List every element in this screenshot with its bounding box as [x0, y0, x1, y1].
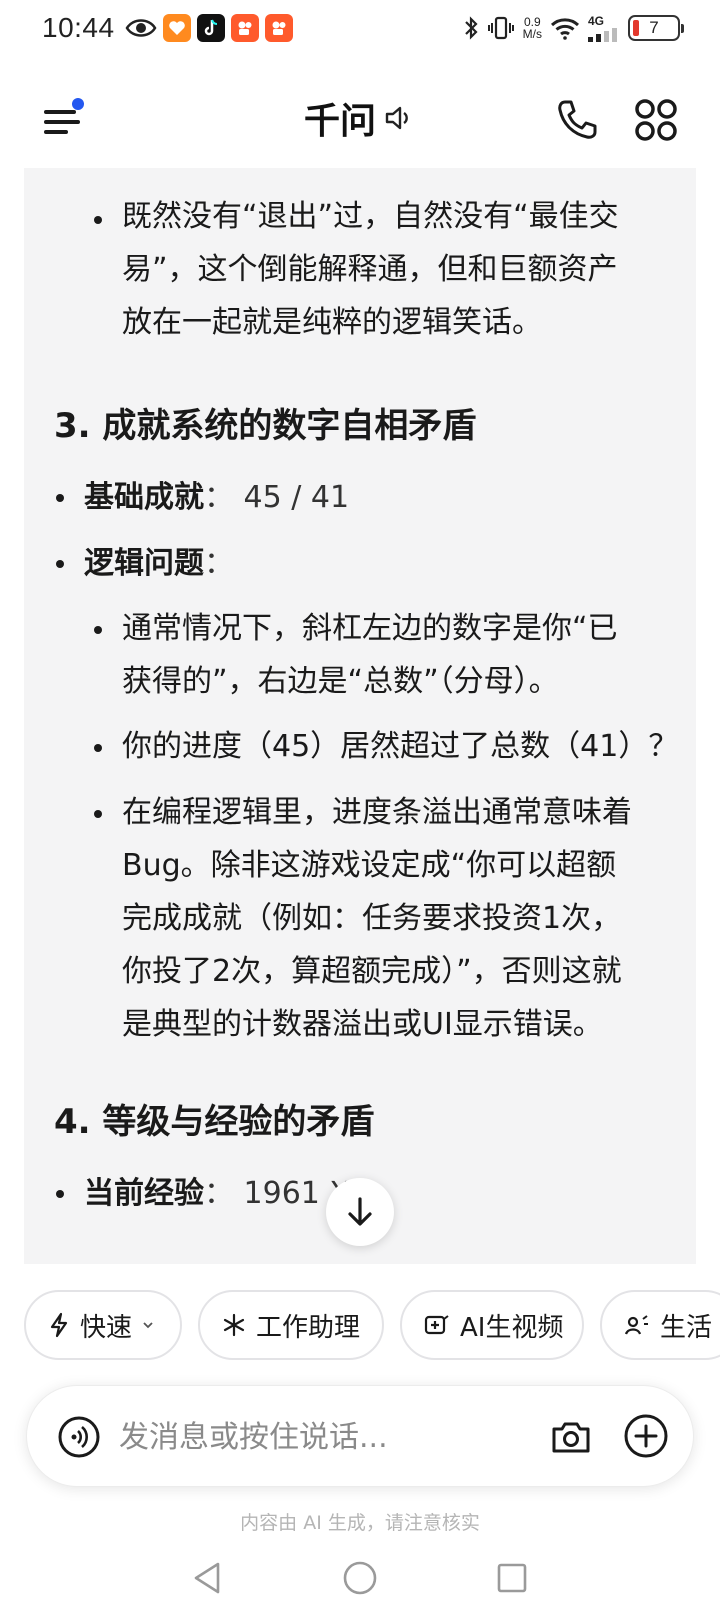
system-navigation-bar — [0, 1548, 720, 1612]
life-icon — [624, 1315, 648, 1335]
text-line: 你的进度（45）居然超过了总数（41）？ — [122, 729, 679, 764]
chip-label: 生活 — [660, 1312, 713, 1343]
item-key: 基础成就 — [84, 480, 204, 515]
arrow-down-icon — [348, 1197, 372, 1226]
phone-call-button[interactable] — [553, 96, 601, 144]
chip-life[interactable]: 生活 — [600, 1290, 720, 1360]
chip-fast-mode[interactable]: 快速 — [24, 1290, 182, 1360]
text-line: 你投了2次，算超额完成）”，否则这就 — [122, 954, 622, 989]
list-item: 在编程逻辑里，进度条溢出通常意味着 Bug。除非这游戏设定成“你可以超额 完成成… — [122, 786, 632, 1051]
bullet-dot — [56, 494, 64, 502]
sub-bullet-dot — [94, 216, 102, 224]
battery-indicator: 7 — [628, 15, 684, 41]
message-input[interactable] — [119, 1410, 519, 1464]
list-item: 逻辑问题： — [84, 544, 234, 584]
text-line: Bug。除非这游戏设定成“你可以超额 — [122, 848, 617, 883]
eye-icon — [125, 19, 157, 37]
assistant-message: 既然没有“退出”过，自然没有“最佳交 易”，这个倒能解释通，但和巨额资产 放在一… — [24, 168, 696, 1264]
status-bar: 10:44 0.9 M/s 4G 7 — [0, 0, 720, 56]
ai-disclaimer: 内容由 AI 生成，请注意核实 — [240, 1512, 480, 1534]
title-wrap: 千问 — [0, 92, 720, 144]
sparkle-icon — [223, 1313, 245, 1337]
chip-label: AI生视频 — [460, 1312, 564, 1343]
cellular-signal: 4G — [588, 14, 620, 42]
add-attachment-button[interactable] — [623, 1413, 669, 1459]
apps-grid-button[interactable] — [632, 96, 680, 144]
item-key: 当前经验 — [84, 1176, 204, 1211]
chip-label: 工作助理 — [256, 1312, 361, 1343]
back-icon[interactable] — [190, 1560, 224, 1596]
list-item: 基础成就： 45 / 41 — [84, 478, 349, 518]
app-header: 千问 — [0, 72, 720, 168]
notification-icons — [125, 14, 293, 42]
vibrate-icon — [487, 16, 514, 40]
sub-bullet-dot — [94, 626, 102, 634]
bluetooth-icon — [464, 16, 478, 40]
message-composer — [26, 1385, 694, 1487]
text-line: 是典型的计数器溢出或UI显示错误。 — [122, 1007, 603, 1042]
quick-actions: 快速 工作助理 AI生视频 生活 — [24, 1290, 720, 1362]
chip-label: 快速 — [80, 1312, 133, 1343]
bolt-icon — [50, 1312, 68, 1338]
item-value: ： — [204, 546, 234, 581]
net-speed: 0.9 M/s — [523, 16, 542, 40]
item-key: 逻辑问题 — [84, 546, 204, 581]
speaker-icon[interactable] — [382, 101, 416, 135]
section-heading: 3. 成就系统的数字自相矛盾 — [54, 406, 477, 446]
text-line: 在编程逻辑里，进度条溢出通常意味着 — [122, 795, 632, 830]
kuaishou-app-icon — [230, 14, 259, 42]
taobao-app-icon — [162, 14, 191, 42]
video-plus-icon — [424, 1315, 449, 1335]
system-status: 0.9 M/s 4G 7 — [463, 14, 684, 42]
text-line: 放在一起就是纯粹的逻辑笑话。 — [122, 305, 542, 340]
net-type: 4G — [588, 14, 605, 28]
chevron-down-icon — [143, 1322, 153, 1329]
chip-ai-video[interactable]: AI生视频 — [400, 1290, 584, 1360]
page-title: 千问 — [303, 101, 376, 142]
scroll-to-bottom-button[interactable] — [326, 1178, 394, 1246]
kuaishou-lite-app-icon — [264, 14, 293, 42]
net-speed-unit: M/s — [522, 27, 542, 41]
section-heading: 4. 等级与经验的矛盾 — [54, 1102, 375, 1142]
text-line: 通常情况下，斜杠左边的数字是你“已 — [122, 611, 618, 646]
sub-bullet-dot — [94, 810, 102, 818]
sub-bullet-dot — [94, 744, 102, 752]
camera-icon[interactable] — [549, 1415, 593, 1459]
home-icon[interactable] — [342, 1560, 378, 1596]
text-line: 既然没有“退出”过，自然没有“最佳交 — [122, 199, 619, 234]
list-item: 通常情况下，斜杠左边的数字是你“已 获得的”，右边是“总数”（分母）。 — [122, 602, 618, 708]
text-line: 易”，这个倒能解释通，但和巨额资产 — [122, 252, 618, 287]
status-time: 10:44 — [42, 12, 115, 43]
text-line: 获得的”，右边是“总数”（分母）。 — [122, 664, 559, 699]
list-item: 既然没有“退出”过，自然没有“最佳交 易”，这个倒能解释通，但和巨额资产 放在一… — [122, 190, 619, 349]
battery-level: 7 — [649, 18, 659, 37]
text-line: 完成成就（例如：任务要求投资1次， — [122, 901, 622, 936]
signal-icon — [588, 28, 617, 42]
item-value: ： 45 / 41 — [204, 480, 350, 515]
list-item: 你的进度（45）居然超过了总数（41）？ — [122, 720, 678, 773]
bullet-dot — [56, 560, 64, 568]
wifi-icon — [550, 18, 580, 40]
voice-input-icon[interactable] — [57, 1415, 101, 1459]
bullet-dot — [56, 1190, 64, 1198]
chip-work-assistant[interactable]: 工作助理 — [198, 1290, 384, 1360]
tiktok-app-icon — [196, 14, 225, 42]
recent-apps-icon[interactable] — [496, 1562, 528, 1594]
